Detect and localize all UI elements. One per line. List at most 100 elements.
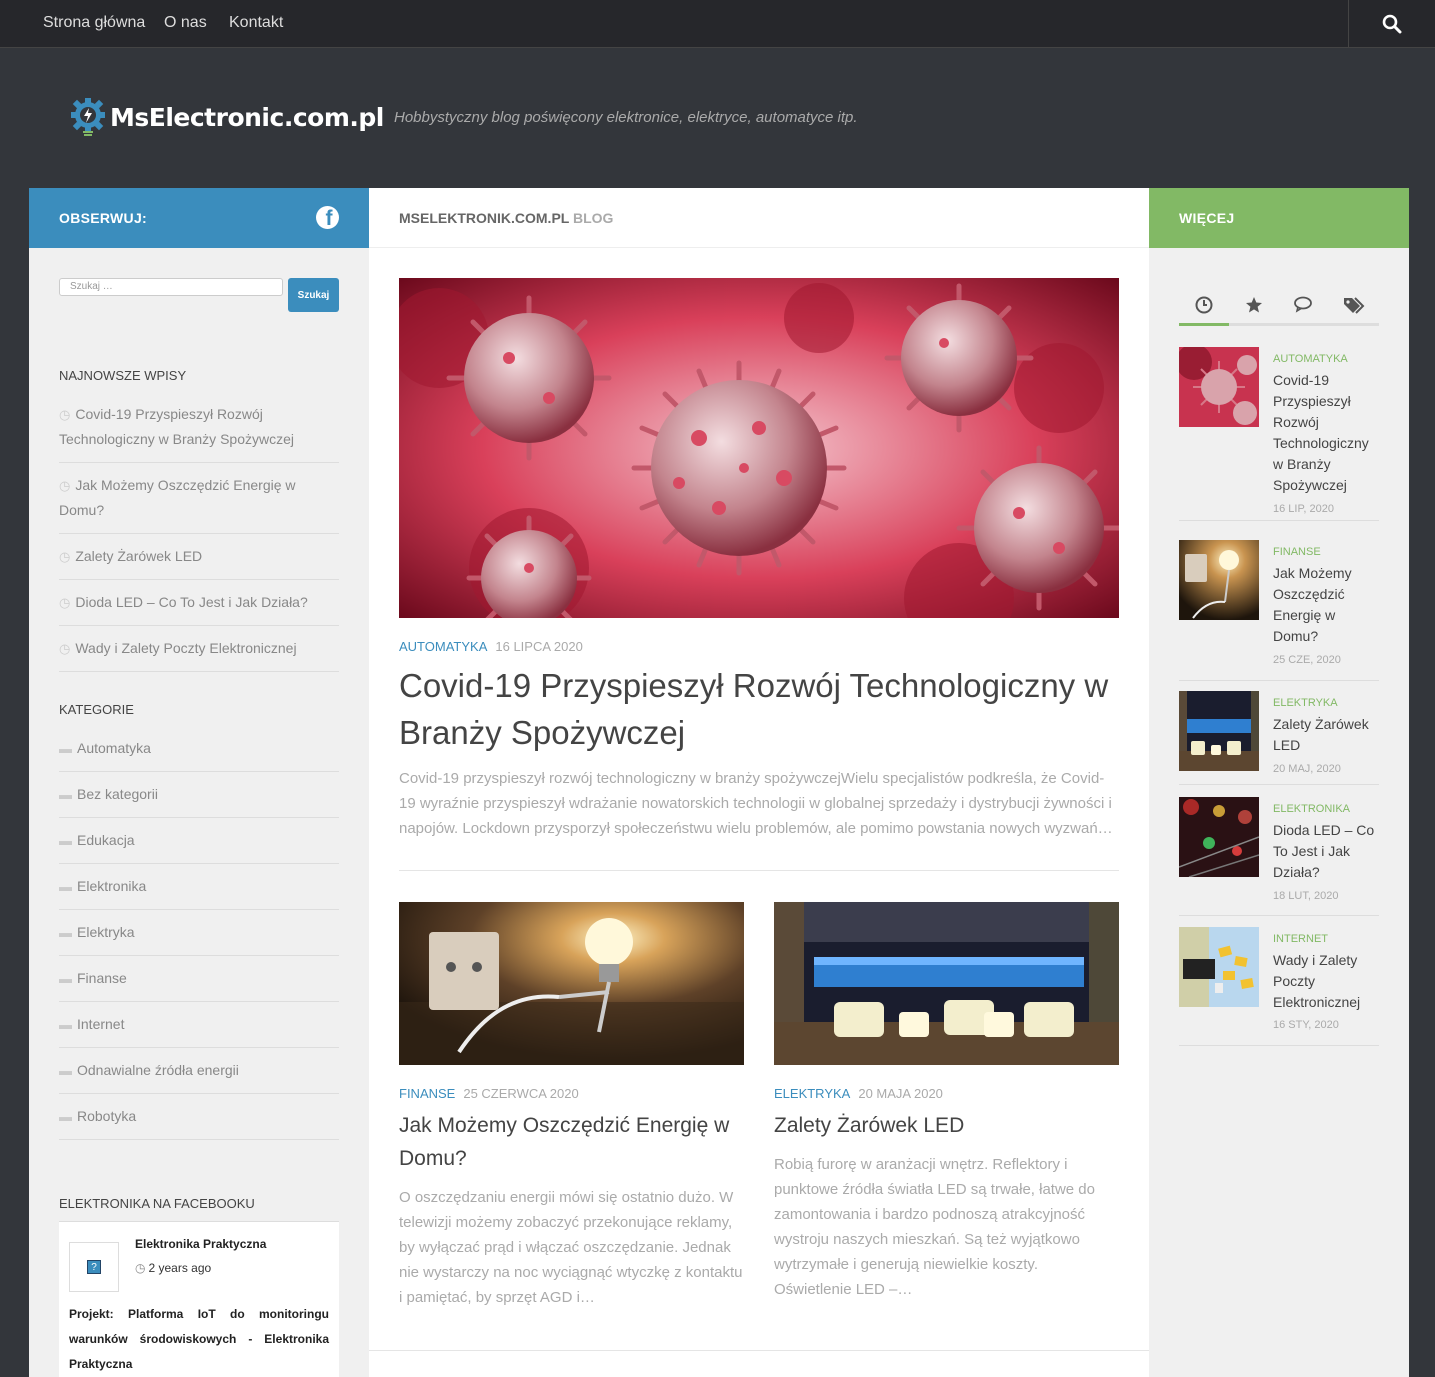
sidebar-post-title[interactable]: Zalety Żarówek LED — [1273, 714, 1379, 756]
patio-lights-image — [774, 902, 1119, 1065]
tab-comments[interactable] — [1279, 286, 1329, 323]
follow-label: OBSERWUJ: — [59, 210, 148, 226]
divider — [369, 1350, 1149, 1351]
recent-post-item[interactable]: ◷ Dioda LED – Co To Jest i Jak Działa? — [59, 580, 339, 626]
top-navigation: Strona główna O nas Kontakt — [0, 0, 1435, 48]
facebook-icon[interactable]: f — [316, 206, 339, 229]
nav-link-home[interactable]: Strona główna — [43, 14, 145, 32]
category-item[interactable]: ▬ Automatyka — [59, 736, 339, 772]
breadcrumb-bar: MSELEKTRONIK.COM.PL BLOG — [369, 188, 1149, 248]
sidebar-post-item[interactable]: INTERNET Wady i Zalety Poczty Elektronic… — [1179, 927, 1379, 1046]
sidebar-post-thumbnail[interactable] — [1179, 540, 1259, 620]
folder-icon: ▬ — [59, 1109, 72, 1124]
sidebar-post-item[interactable]: FINANSE Jak Możemy Oszczędzić Energię w … — [1179, 540, 1379, 681]
category-item[interactable]: ▬ Elektronika — [59, 864, 339, 910]
sidebar-post-category[interactable]: FINANSE — [1273, 546, 1321, 558]
recent-post-link[interactable]: Covid-19 Przyspieszył Rozwój Technologic… — [59, 406, 294, 447]
category-item[interactable]: ▬ Robotyka — [59, 1094, 339, 1140]
tab-tags[interactable] — [1329, 286, 1379, 323]
featured-post-image[interactable] — [399, 278, 1119, 618]
recent-post-item[interactable]: ◷ Wady i Zalety Poczty Elektronicznej — [59, 626, 339, 672]
sidebar-post-title[interactable]: Covid-19 Przyspieszył Rozwój Technologic… — [1273, 370, 1379, 496]
recent-post-item[interactable]: ◷ Covid-19 Przyspieszył Rozwój Technologi… — [59, 402, 339, 463]
nav-link-contact[interactable]: Kontakt — [229, 14, 283, 32]
featured-post-title[interactable]: Covid-19 Przyspieszył Rozwój Technologic… — [399, 662, 1119, 756]
category-item[interactable]: ▬ Edukacja — [59, 818, 339, 864]
site-logo[interactable]: MsElectronic.com.pl — [70, 97, 384, 137]
sidebar-post-thumbnail[interactable] — [1179, 927, 1259, 1007]
post-category-link[interactable]: ELEKTRYKA — [774, 1086, 850, 1101]
sidebar-post-date: 16 LIP, 2020 — [1273, 503, 1334, 515]
post-category-link[interactable]: FINANSE — [399, 1086, 455, 1101]
main-content: MSELEKTRONIK.COM.PL BLOG AUTOMATYKA 16 L… — [369, 188, 1149, 1377]
sidebar-post-title[interactable]: Jak Możemy Oszczędzić Energię w Domu? — [1273, 563, 1379, 647]
categories-title: KATEGORIE — [59, 702, 134, 717]
clock-icon — [1195, 296, 1213, 313]
sidebar-post-thumbnail[interactable] — [1179, 691, 1259, 771]
tags-icon — [1344, 296, 1365, 314]
patio-thumb-image — [1179, 691, 1259, 771]
category-item[interactable]: ▬ Odnawialne źródła energii — [59, 1048, 339, 1094]
recent-post-item[interactable]: ◷ Zalety Żarówek LED — [59, 534, 339, 580]
breadcrumb-site[interactable]: MSELEKTRONIK.COM.PL — [399, 210, 569, 226]
breadcrumb-section: BLOG — [572, 210, 614, 226]
post-excerpt: O oszczędzaniu energii mówi się ostatnio… — [399, 1189, 743, 1306]
divider — [399, 870, 1119, 871]
folder-icon: ▬ — [59, 1017, 72, 1032]
facebook-page-name[interactable]: Elektronika Praktyczna — [135, 1237, 266, 1251]
recent-post-item[interactable]: ◷ Jak Możemy Oszczędzić Energię w Domu? — [59, 463, 339, 534]
post-title[interactable]: Jak Możemy Oszczędzić Energię w Domu? — [399, 1109, 744, 1175]
email-thumb-image — [1179, 927, 1259, 1007]
sidebar-post-thumbnail[interactable] — [1179, 797, 1259, 877]
nav-link-about[interactable]: O nas — [164, 14, 207, 32]
post-thumbnail[interactable] — [399, 902, 744, 1065]
sidebar-post-title[interactable]: Wady i Zalety Poczty Elektronicznej — [1273, 950, 1379, 1013]
search-toggle-button[interactable] — [1348, 0, 1435, 48]
post-date: 25 CZERWCA 2020 — [463, 1086, 579, 1101]
post-thumbnail[interactable] — [774, 902, 1119, 1065]
recent-post-link[interactable]: Jak Możemy Oszczędzić Energię w Domu? — [59, 477, 296, 518]
sidebar-post-category[interactable]: ELEKTRONIKA — [1273, 803, 1350, 815]
category-item[interactable]: ▬ Finanse — [59, 956, 339, 1002]
tab-popular[interactable] — [1229, 286, 1279, 323]
category-item[interactable]: ▬ Internet — [59, 1002, 339, 1048]
tab-recent[interactable] — [1179, 286, 1229, 326]
recent-post-link[interactable]: Dioda LED – Co To Jest i Jak Działa? — [75, 594, 307, 610]
avatar[interactable]: ? — [69, 1242, 119, 1292]
category-item[interactable]: ▬ Elektryka — [59, 910, 339, 956]
post-date: 16 LIPCA 2020 — [495, 639, 583, 654]
clock-icon: ◷ — [59, 407, 71, 422]
post-category-link[interactable]: AUTOMATYKA — [399, 639, 487, 654]
left-sidebar: OBSERWUJ: f Szukaj … Szukaj NAJNOWSZE WP… — [29, 188, 369, 1377]
clock-icon: ◷ — [135, 1261, 146, 1275]
facebook-post-text[interactable]: Projekt: Platforma IoT do monitoringu wa… — [69, 1302, 329, 1377]
clock-icon: ◷ — [59, 478, 71, 493]
sidebar-post-thumbnail[interactable] — [1179, 347, 1259, 427]
categories-list: ▬ Automatyka ▬ Bez kategorii ▬ Edukacja ▬ El… — [59, 736, 339, 1140]
recent-post-link[interactable]: Wady i Zalety Poczty Elektronicznej — [75, 640, 296, 656]
broken-image-icon: ? — [87, 1260, 101, 1274]
folder-icon: ▬ — [59, 879, 72, 894]
sidebar-post-item[interactable]: AUTOMATYKA Covid-19 Przyspieszył Rozwój … — [1179, 347, 1379, 521]
sidebar-post-category[interactable]: ELEKTRYKA — [1273, 697, 1338, 709]
post-excerpt: Robią furorę w aranżacji wnętrz. Reflekt… — [774, 1156, 1095, 1298]
sidebar-post-title[interactable]: Dioda LED – Co To Jest i Jak Działa? — [1273, 820, 1379, 883]
recent-post-link[interactable]: Zalety Żarówek LED — [75, 548, 202, 564]
sidebar-post-category[interactable]: AUTOMATYKA — [1273, 353, 1348, 365]
sidebar-post-item[interactable]: ELEKTRYKA Zalety Żarówek LED 20 MAJ, 202… — [1179, 691, 1379, 785]
folder-icon: ▬ — [59, 1063, 72, 1078]
search-input[interactable]: Szukaj … — [59, 278, 283, 296]
sidebar-post-date: 18 LUT, 2020 — [1273, 890, 1339, 902]
follow-bar: OBSERWUJ: f — [29, 188, 369, 248]
featured-post-excerpt: Covid-19 przyspieszył rozwój technologic… — [399, 770, 1113, 837]
post-title[interactable]: Zalety Żarówek LED — [774, 1109, 1119, 1142]
facebook-widget-title: ELEKTRONIKA NA FACEBOOKU — [59, 1196, 255, 1211]
more-bar: WIĘCEJ — [1149, 188, 1409, 248]
sidebar-post-item[interactable]: ELEKTRONIKA Dioda LED – Co To Jest i Jak… — [1179, 797, 1379, 916]
page-wrapper: OBSERWUJ: f Szukaj … Szukaj NAJNOWSZE WP… — [29, 188, 1409, 1377]
star-icon — [1246, 296, 1262, 312]
search-button[interactable]: Szukaj — [288, 278, 339, 312]
category-item[interactable]: ▬ Bez kategorii — [59, 772, 339, 818]
sidebar-post-category[interactable]: INTERNET — [1273, 933, 1328, 945]
search-icon — [1382, 14, 1402, 34]
